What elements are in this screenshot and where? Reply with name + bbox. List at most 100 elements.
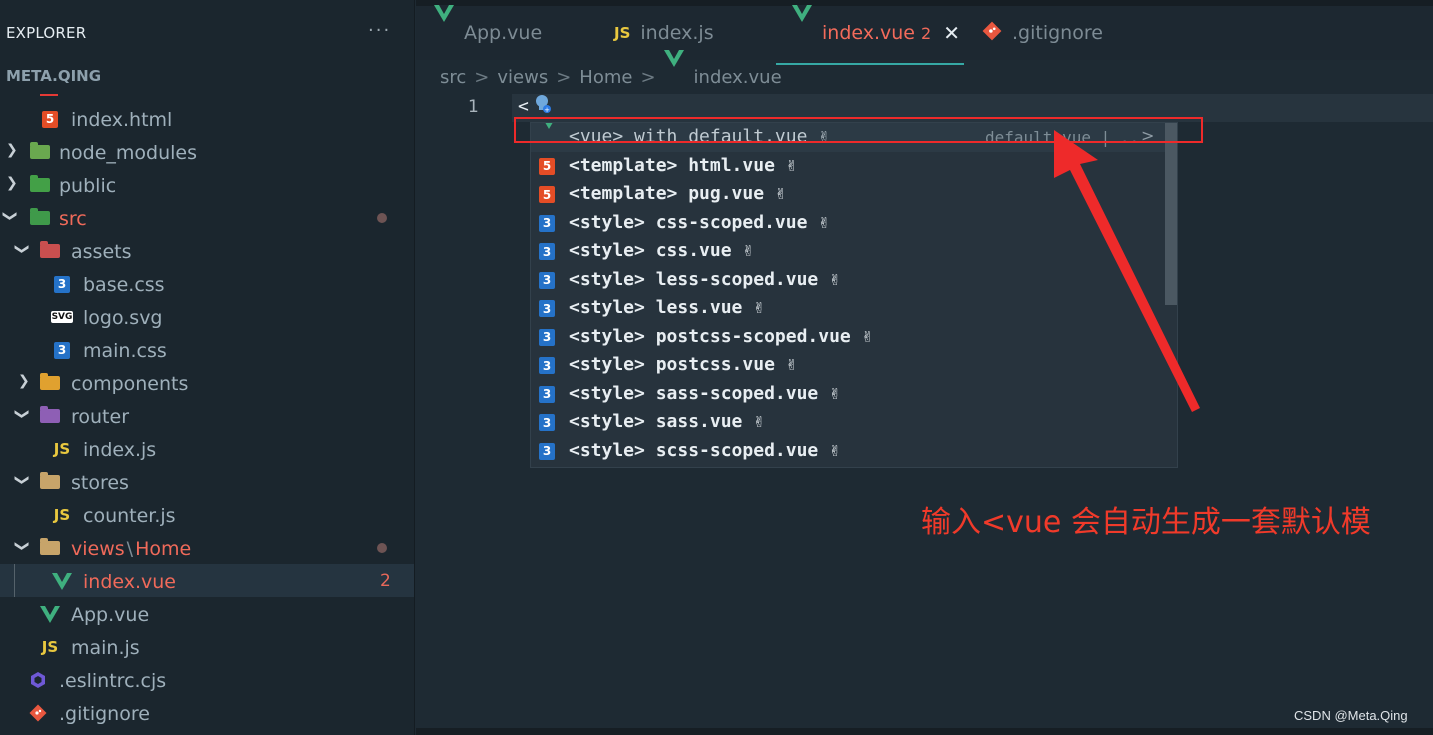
suggestion-label: <style> less-scoped.vue ✌	[569, 268, 840, 290]
html5-icon: 5	[40, 110, 60, 128]
css3-icon: 3	[539, 414, 555, 431]
css3-icon: 3	[52, 341, 72, 359]
folder-icon	[40, 538, 60, 557]
folder-label: views \ Home	[71, 538, 191, 560]
folder-stores[interactable]: ❯ stores	[0, 465, 414, 498]
suggestion-label: <style> less.vue ✌	[569, 297, 765, 318]
close-icon[interactable]: ✕	[943, 21, 960, 45]
breadcrumb-views[interactable]: views	[497, 67, 548, 88]
tab-gitignore[interactable]: .gitignore	[982, 6, 1103, 60]
file-label: index.html	[71, 109, 173, 131]
suggestion-label: <template> html.vue ✌	[569, 154, 797, 176]
file-counter-js[interactable]: JS counter.js	[0, 498, 414, 531]
file-index-vue[interactable]: index.vue 2	[0, 564, 414, 597]
folder-label: assets	[71, 241, 132, 263]
components-folder-icon	[40, 373, 60, 392]
file-base-css[interactable]: 3 base.css	[0, 267, 414, 300]
js-icon: JS	[41, 638, 59, 656]
suggestion-label: <style> css-scoped.vue ✌	[569, 211, 830, 233]
folder-assets[interactable]: ❯ assets	[0, 234, 414, 267]
folder-label: node_modules	[59, 142, 198, 164]
chevron-right-icon: ❯	[6, 142, 18, 158]
breadcrumb-file[interactable]: index.vue	[694, 67, 782, 88]
breadcrumb-src[interactable]: src	[440, 67, 466, 88]
chevron-down-icon: ❯	[13, 408, 30, 420]
html5-icon: 5	[539, 157, 555, 175]
editor-area: App.vue JS index.js index.vue 2 ✕ .gitig…	[416, 0, 1433, 735]
folder-node-modules[interactable]: ❯ node_modules	[0, 135, 414, 168]
folder-src[interactable]: ❯ src	[0, 201, 414, 234]
git-icon	[982, 21, 1002, 46]
chevron-right-icon: ❯	[18, 373, 30, 389]
tab-label: index.vue	[822, 22, 915, 44]
css3-icon: 3	[539, 271, 555, 289]
css3-icon: 3	[539, 357, 555, 374]
chevron-right-icon: ❯	[6, 175, 18, 191]
tab-index-vue[interactable]: index.vue 2 ✕	[792, 5, 960, 60]
suggestion-item[interactable]: 3 <style> scss-scoped.vue ✌	[531, 437, 1171, 466]
folder-label: router	[71, 406, 130, 428]
breadcrumb-separator: >	[640, 67, 656, 88]
vue-icon	[792, 5, 812, 44]
breadcrumb-home[interactable]: Home	[579, 67, 632, 88]
modified-dot	[377, 543, 387, 553]
eslint-icon	[28, 671, 48, 689]
css3-icon: 3	[539, 214, 555, 232]
css3-icon: 3	[539, 243, 555, 260]
lightbulb-icon[interactable]: +	[534, 94, 552, 114]
tab-bar: App.vue JS index.js index.vue 2 ✕ .gitig…	[416, 5, 1433, 65]
explorer-title: EXPLORER	[6, 24, 87, 42]
folder-components[interactable]: ❯ components	[0, 366, 414, 399]
file-gitignore[interactable]: .gitignore	[0, 696, 414, 729]
watermark: CSDN @Meta.Qing	[1294, 708, 1408, 723]
tab-problem-badge: 2	[921, 23, 932, 43]
bottom-strip	[416, 728, 1433, 735]
folder-views-home[interactable]: ❯ views \ Home	[0, 531, 414, 564]
file-main-css[interactable]: 3 main.css	[0, 333, 414, 366]
folder-router[interactable]: ❯ router	[0, 399, 414, 432]
file-label: index.vue	[83, 571, 176, 593]
css3-icon: 3	[539, 385, 555, 403]
css3-icon: 3	[52, 275, 72, 293]
file-main-js[interactable]: JS main.js	[0, 630, 414, 663]
chevron-down-icon: ❯	[1, 210, 18, 222]
suggestion-label: <style> postcss.vue ✌	[569, 354, 797, 375]
annotation-text: 输入<vue 会自动生成一套默认模	[921, 505, 1371, 540]
more-actions-icon[interactable]: ···	[368, 20, 391, 41]
vue-icon	[52, 572, 72, 590]
file-app-vue[interactable]: App.vue	[0, 597, 414, 630]
folder-icon	[40, 472, 60, 491]
file-label: .eslintrc.cjs	[59, 670, 167, 692]
chevron-down-icon: ❯	[13, 243, 30, 255]
tab-label: index.js	[640, 22, 714, 44]
file-label: logo.svg	[83, 307, 163, 329]
suggestion-label: <style> sass-scoped.vue ✌	[569, 382, 840, 404]
code-line[interactable]: <	[518, 96, 529, 117]
file-label: base.css	[83, 274, 165, 296]
file-index-html[interactable]: 5 index.html	[0, 102, 414, 135]
folder-label-views: views	[71, 538, 125, 560]
router-folder-icon	[40, 406, 60, 425]
file-label: App.vue	[71, 604, 150, 626]
css3-icon: 3	[539, 328, 555, 346]
tab-app-vue[interactable]: App.vue	[434, 5, 542, 60]
svg-text:+: +	[544, 106, 550, 114]
vue-icon	[434, 5, 454, 44]
project-root[interactable]: META.QING	[6, 67, 101, 85]
chevron-down-icon: ❯	[13, 540, 30, 552]
folder-label: components	[71, 373, 189, 395]
line-number: 1	[468, 97, 479, 117]
src-folder-icon	[30, 208, 50, 227]
scroll-shadow-marker	[40, 94, 58, 96]
path-separator: \	[126, 538, 134, 560]
file-router-index-js[interactable]: JS index.js	[0, 432, 414, 465]
suggestion-label: <style> css.vue ✌	[569, 240, 754, 261]
problem-count-badge: 2	[380, 571, 391, 591]
active-tab-indicator	[776, 63, 964, 65]
file-label: main.js	[71, 637, 140, 659]
suggestion-label: <template> pug.vue ✌	[569, 183, 786, 204]
folder-public[interactable]: ❯ public	[0, 168, 414, 201]
file-eslintrc[interactable]: .eslintrc.cjs	[0, 663, 414, 696]
file-logo-svg[interactable]: SVG logo.svg	[0, 300, 414, 333]
file-label: .gitignore	[59, 703, 150, 725]
